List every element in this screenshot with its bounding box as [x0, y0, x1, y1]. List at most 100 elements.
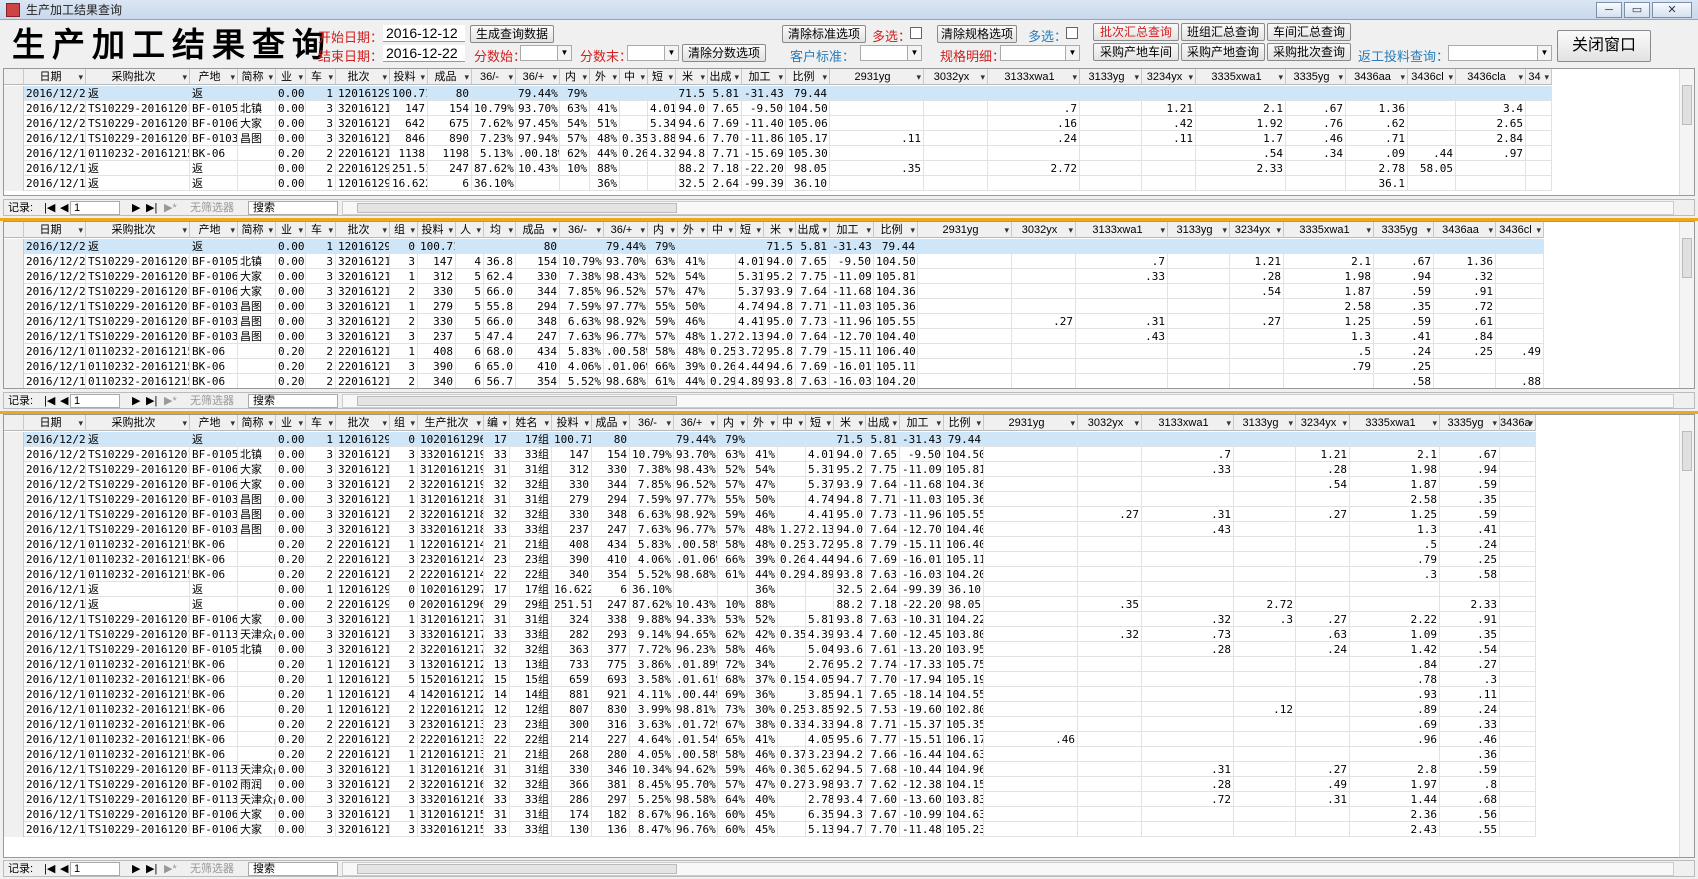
first-record-icon[interactable]: |◀ — [44, 394, 55, 408]
table-row[interactable]: 2016/12/19 0110232-20161215 BK-06 0.20 2 2201… — [4, 146, 1552, 161]
column-header[interactable]: 3133yg — [1168, 222, 1230, 238]
prev-record-icon[interactable]: ◀ — [60, 201, 68, 215]
row-selector[interactable] — [4, 299, 24, 314]
row-selector[interactable] — [4, 359, 24, 374]
table-row[interactable]: 2016/12/20返返0.00112016129601020161296171… — [4, 432, 1536, 447]
row-selector[interactable] — [4, 374, 24, 388]
column-header[interactable]: 批次 — [336, 69, 390, 85]
last-record-icon[interactable]: ▶| — [146, 394, 157, 408]
horizontal-scrollbar[interactable] — [342, 201, 1674, 215]
row-selector[interactable] — [4, 762, 24, 777]
column-header[interactable]: 3335yg — [1286, 69, 1346, 85]
row-selector[interactable] — [4, 717, 24, 732]
row-selector[interactable] — [4, 507, 24, 522]
table-row[interactable]: 2016/12/19 TS10229-20161201 BF-0103 昌图 0.00 3… — [4, 299, 1544, 314]
table-row[interactable]: 2016/12/20 TS10229-20161201 BF-0105 北镇 0.00 3… — [4, 254, 1544, 269]
column-header[interactable]: 2931yg — [918, 222, 1012, 238]
search-field[interactable]: 搜索 — [248, 862, 338, 876]
table-row[interactable]: 2016/12/18 0110232-20161215 BK-06 0.20 1 1201… — [4, 687, 1536, 702]
row-selector[interactable] — [4, 314, 24, 329]
column-header[interactable]: 加工 — [742, 69, 786, 85]
column-header[interactable]: 米 — [676, 69, 708, 85]
column-header[interactable]: 3436cla — [1456, 69, 1526, 85]
column-header[interactable]: 3032yx — [1012, 222, 1076, 238]
column-header[interactable]: 3436aa — [1434, 222, 1496, 238]
column-header[interactable]: 内 — [560, 69, 590, 85]
table-row[interactable]: 2016/12/19 TS10229-20161201 BF-0103 昌图 0.00 3… — [4, 329, 1544, 344]
column-header[interactable]: 米 — [834, 415, 866, 431]
table-row[interactable]: 2016/12/18返返0.00112016129716.622636.10%3… — [4, 176, 1552, 191]
maximize-button[interactable]: ▭ — [1624, 2, 1650, 18]
column-header[interactable]: 日期 — [24, 222, 86, 238]
fen-end-combo[interactable]: ▼ — [627, 45, 679, 61]
row-selector[interactable] — [4, 702, 24, 717]
table-row[interactable]: 2016/12/19 0110232-20161215 BK-06 0.20 2 2201… — [4, 567, 1536, 582]
column-header[interactable]: 简称 — [238, 415, 276, 431]
column-header[interactable]: 3335yg — [1440, 415, 1500, 431]
record-number-field[interactable]: 1 — [70, 862, 120, 876]
batch-summary-button[interactable]: 批次汇总查询 — [1093, 23, 1179, 41]
row-selector[interactable] — [4, 269, 24, 284]
column-header[interactable]: 成品 — [592, 415, 630, 431]
column-header[interactable] — [4, 415, 24, 431]
customer-standard-combo[interactable]: ▼ — [860, 45, 922, 61]
column-header[interactable]: 34 — [1526, 69, 1552, 85]
table-row[interactable]: 2016/12/20 TS10229-20161201 BF-0105 北镇 0.00 3… — [4, 101, 1552, 116]
row-selector[interactable] — [4, 597, 24, 612]
column-header[interactable] — [4, 69, 24, 85]
prev-record-icon[interactable]: ◀ — [60, 394, 68, 408]
table-row[interactable]: 2016/12/19 0110232-20161215 BK-06 0.20 2 2201… — [4, 552, 1536, 567]
multi-select-checkbox-2[interactable] — [1066, 27, 1078, 39]
column-header[interactable]: 3436cl — [1496, 222, 1544, 238]
column-header[interactable]: 外 — [748, 415, 778, 431]
column-header[interactable]: 中 — [620, 69, 648, 85]
purchase-origin-query-button[interactable]: 采购产地查询 — [1181, 43, 1265, 61]
table-row[interactable]: 2016/12/18 0110232-20161215 BK-06 0.20 1 1201… — [4, 657, 1536, 672]
row-selector[interactable] — [4, 116, 24, 131]
search-field[interactable]: 搜索 — [248, 201, 338, 215]
column-header[interactable]: 3436aa — [1346, 69, 1408, 85]
column-header[interactable]: 投料 — [418, 222, 456, 238]
column-header[interactable]: 36/+ — [604, 222, 648, 238]
table-row[interactable]: 2016/12/18 0110232-20161215 BK-06 0.20 1 1201… — [4, 702, 1536, 717]
column-header[interactable]: 3335xwa1 — [1350, 415, 1440, 431]
row-selector[interactable] — [4, 792, 24, 807]
column-header[interactable]: 米 — [764, 222, 796, 238]
table-row[interactable]: 2016/12/19 0110232-20161215 BK-06 0.20 2 2201… — [4, 359, 1544, 374]
horizontal-scrollbar[interactable] — [342, 862, 1674, 876]
column-header[interactable]: 36/- — [472, 69, 516, 85]
row-selector[interactable] — [4, 176, 24, 191]
spec-detail-combo[interactable]: ▼ — [1000, 45, 1080, 61]
clear-spec-button[interactable]: 清除规格选项 — [937, 25, 1017, 43]
clear-fen-button[interactable]: 清除分数选项 — [682, 44, 766, 62]
minimize-button[interactable]: ─ — [1596, 2, 1622, 18]
column-header[interactable]: 比例 — [944, 415, 984, 431]
table-row[interactable]: 2016/12/17TS10229-20161201BF-0113天津众品0.0… — [4, 762, 1536, 777]
column-header[interactable]: 日期 — [24, 415, 86, 431]
table-row[interactable]: 2016/12/19 0110232-20161215 BK-06 0.20 2 2201… — [4, 537, 1536, 552]
column-header[interactable]: 简称 — [238, 222, 276, 238]
first-record-icon[interactable]: |◀ — [44, 862, 55, 876]
table-row[interactable]: 2016/12/19 TS10229-20161201 BF-0103 昌图 0.00 3… — [4, 314, 1544, 329]
column-header[interactable]: 姓名 — [510, 415, 552, 431]
column-header[interactable]: 投料 — [552, 415, 592, 431]
column-header[interactable]: 加工 — [830, 222, 874, 238]
table-row[interactable]: 2016/12/17 TS10229-20161201 BF-0102 雨润 0.00 3… — [4, 777, 1536, 792]
column-header[interactable]: 车 — [306, 222, 336, 238]
row-selector[interactable] — [4, 462, 24, 477]
column-header[interactable]: 外 — [590, 69, 620, 85]
column-header[interactable]: 36/- — [560, 222, 604, 238]
new-record-icon[interactable]: ▶* — [164, 201, 177, 215]
column-header[interactable]: 出成 — [866, 415, 900, 431]
column-header[interactable]: 采购批次 — [86, 69, 190, 85]
column-header[interactable]: 组 — [390, 415, 418, 431]
column-header[interactable]: 36/+ — [674, 415, 718, 431]
table-row[interactable]: 2016/12/18 TS10229-20161201 BF-0106 大家 0.00 3… — [4, 612, 1536, 627]
table-row[interactable]: 2016/12/18 0110232-20161215 BK-06 0.20 2 2201… — [4, 747, 1536, 762]
table-row[interactable]: 2016/12/18返返0.00222016129602020161296292… — [4, 597, 1536, 612]
purchase-batch-query-button[interactable]: 采购批次查询 — [1267, 43, 1351, 61]
vertical-scrollbar[interactable] — [1679, 415, 1694, 857]
close-query-window-button[interactable]: 关闭窗口 — [1557, 30, 1651, 62]
row-selector[interactable] — [4, 131, 24, 146]
end-date-field[interactable]: 2016-12-22 — [383, 45, 465, 62]
